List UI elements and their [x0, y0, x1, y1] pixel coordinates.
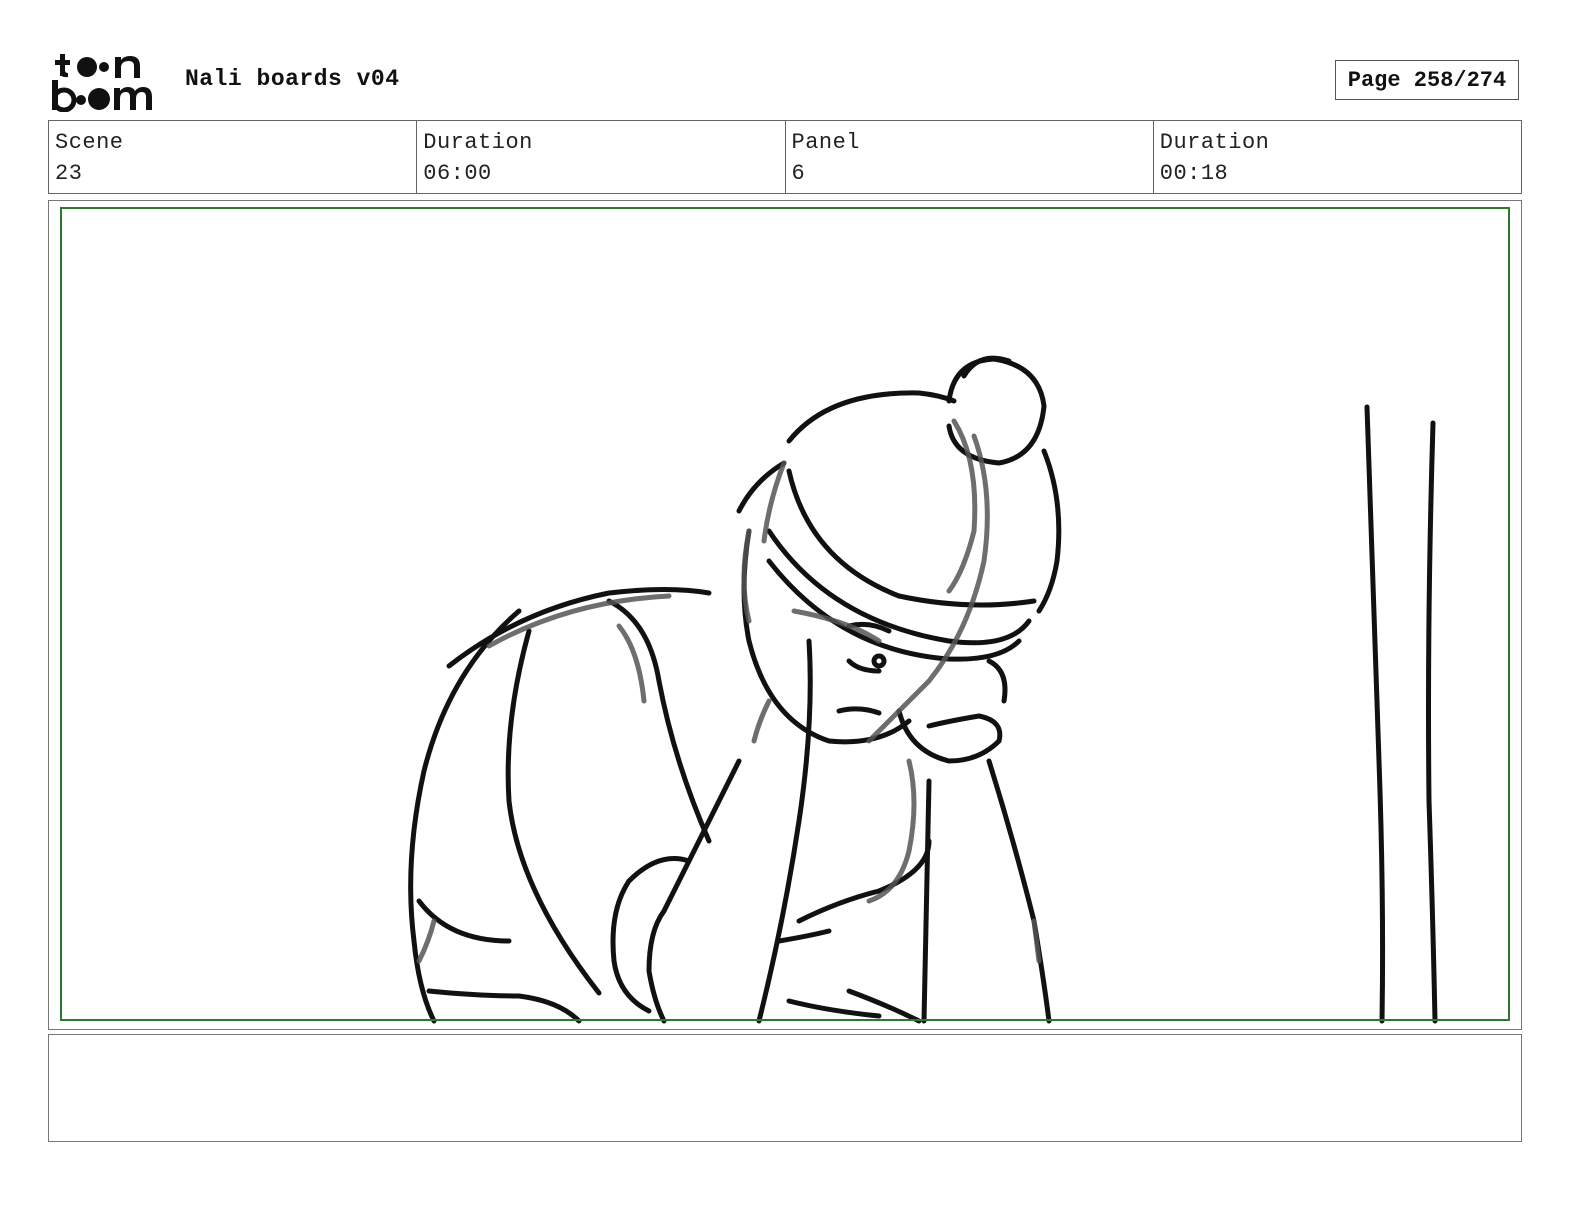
scene-duration-label: Duration: [423, 130, 533, 155]
panel-label: Panel: [791, 130, 861, 155]
panel-duration-cell: Duration 00:18: [1152, 121, 1521, 193]
panel-duration-label: Duration: [1159, 130, 1270, 155]
scene-value: 23: [55, 161, 83, 186]
panel-value: 6: [791, 161, 806, 186]
panel-duration-value: 00:18: [1159, 161, 1229, 186]
scene-info-table: Scene 23 Duration 06:00 Panel 6 Duration…: [48, 120, 1522, 194]
panel-cell: Panel 6: [784, 121, 1153, 193]
storyboard-sketch-image: [408, 355, 1438, 1024]
logo-mark: [52, 54, 152, 112]
toonboom-logo: [52, 54, 152, 112]
scene-duration-value: 06:00: [423, 161, 492, 186]
scene-label: Scene: [55, 130, 124, 155]
page-indicator: Page 258/274: [1335, 60, 1519, 100]
document-title: Nali boards v04: [185, 66, 400, 92]
scene-cell: Scene 23: [49, 121, 416, 193]
panel-notes-box[interactable]: [48, 1034, 1522, 1142]
scene-duration-cell: Duration 06:00: [416, 121, 784, 193]
